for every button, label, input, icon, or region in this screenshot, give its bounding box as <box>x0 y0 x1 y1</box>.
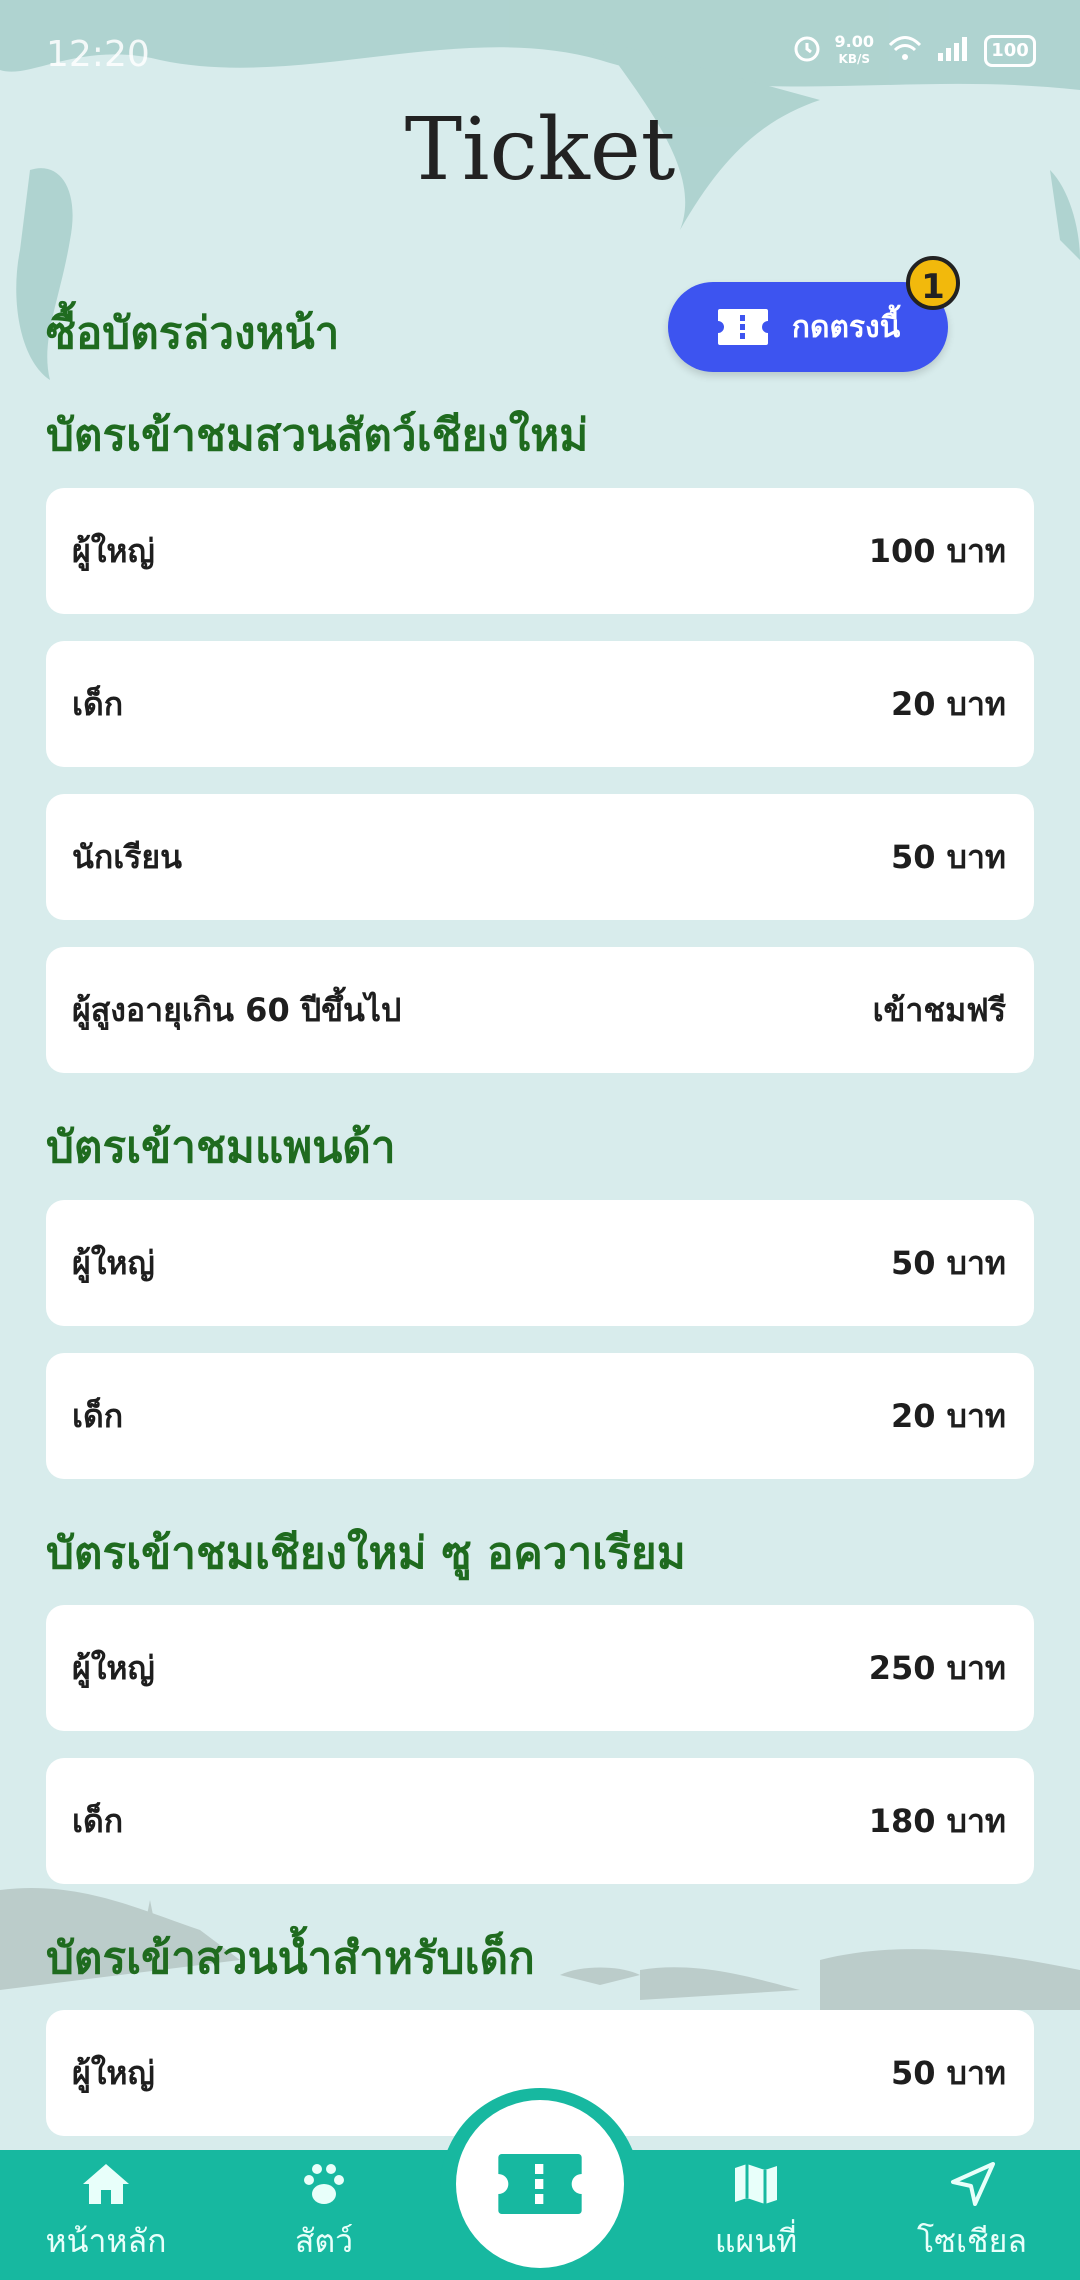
ticket-label: ผู้สูงอายุเกิน 60 ปีขึ้นไป <box>72 990 402 1029</box>
prebook-label: ซื้อบัตรล่วงหน้า <box>46 308 340 359</box>
ticket-price: 50 บาท <box>890 2053 1006 2092</box>
ticket-price: 50 บาท <box>890 837 1006 876</box>
notification-badge: 1 <box>906 256 960 310</box>
nav-social[interactable]: โซเชียล <box>872 2160 1072 2267</box>
ticket-price: เข้าชมฟรี <box>872 990 1006 1029</box>
ticket-price: 20 บาท <box>890 1396 1006 1435</box>
section-title-waterpark: บัตรเข้าสวนน้ำสำหรับเด็ก <box>46 1933 535 1984</box>
buy-ticket-button[interactable]: กดตรงนี้ <box>668 282 948 372</box>
ticket-price: 250 บาท <box>868 1648 1006 1687</box>
nav-map[interactable]: แผนที่ <box>656 2160 856 2267</box>
status-bar: 12:20 9.00 KB/S 100 <box>0 0 1080 110</box>
section-title-zoo: บัตรเข้าชมสวนสัตว์เชียงใหม่ <box>46 410 589 461</box>
ticket-row[interactable]: ผู้สูงอายุเกิน 60 ปีขึ้นไป เข้าชมฟรี <box>46 947 1034 1073</box>
send-icon <box>951 2162 995 2206</box>
ticket-price: 50 บาท <box>890 1243 1006 1282</box>
nav-home[interactable]: หน้าหลัก <box>6 2160 206 2267</box>
nav-animals-label: สัตว์ <box>294 2222 354 2260</box>
nav-social-label: โซเชียล <box>917 2222 1027 2260</box>
ticket-icon <box>498 2154 582 2214</box>
ticket-label: เด็ก <box>72 1801 124 1840</box>
ticket-price: 100 บาท <box>868 531 1006 570</box>
ticket-price: 180 บาท <box>868 1801 1006 1840</box>
paw-icon <box>304 2164 344 2204</box>
ticket-label: ผู้ใหญ่ <box>72 2053 155 2092</box>
ticket-label: ผู้ใหญ่ <box>72 1648 155 1687</box>
battery-indicator: 100 <box>984 34 1036 67</box>
home-icon <box>83 2164 129 2204</box>
ticket-row[interactable]: เด็ก 180 บาท <box>46 1758 1034 1884</box>
ticket-row[interactable]: ผู้ใหญ่ 100 บาท <box>46 488 1034 614</box>
ticket-label: เด็ก <box>72 684 124 723</box>
signal-icon <box>936 35 970 67</box>
nav-map-label: แผนที่ <box>714 2222 798 2260</box>
nav-animals[interactable]: สัตว์ <box>224 2160 424 2267</box>
nav-ticket-button[interactable] <box>456 2100 624 2268</box>
section-title-panda: บัตรเข้าชมแพนด้า <box>46 1122 396 1173</box>
alarm-icon <box>793 35 821 67</box>
ticket-row[interactable]: เด็ก 20 บาท <box>46 641 1034 767</box>
ticket-row[interactable]: เด็ก 20 บาท <box>46 1353 1034 1479</box>
ticket-label: ผู้ใหญ่ <box>72 1243 155 1282</box>
ticket-label: ผู้ใหญ่ <box>72 531 155 570</box>
wifi-icon <box>888 35 922 67</box>
section-title-aquarium: บัตรเข้าชมเชียงใหม่ ซู อควาเรียม <box>46 1528 686 1579</box>
ticket-row[interactable]: นักเรียน 50 บาท <box>46 794 1034 920</box>
ticket-label: นักเรียน <box>72 837 182 876</box>
network-speed-value: 9.00 <box>834 32 874 51</box>
ticket-price: 20 บาท <box>890 684 1006 723</box>
status-icons: 9.00 KB/S 100 <box>793 34 1036 67</box>
map-icon <box>735 2164 777 2204</box>
network-speed: 9.00 KB/S <box>835 34 874 67</box>
ticket-icon <box>717 309 768 345</box>
page-title: Ticket <box>404 100 676 200</box>
nav-home-label: หน้าหลัก <box>45 2222 167 2260</box>
ticket-row[interactable]: ผู้ใหญ่ 50 บาท <box>46 1200 1034 1326</box>
buy-ticket-label: กดตรงนี้ <box>791 309 901 345</box>
status-time: 12:20 <box>46 34 150 75</box>
ticket-label: เด็ก <box>72 1396 124 1435</box>
ticket-row[interactable]: ผู้ใหญ่ 250 บาท <box>46 1605 1034 1731</box>
network-speed-unit: KB/S <box>838 52 870 66</box>
